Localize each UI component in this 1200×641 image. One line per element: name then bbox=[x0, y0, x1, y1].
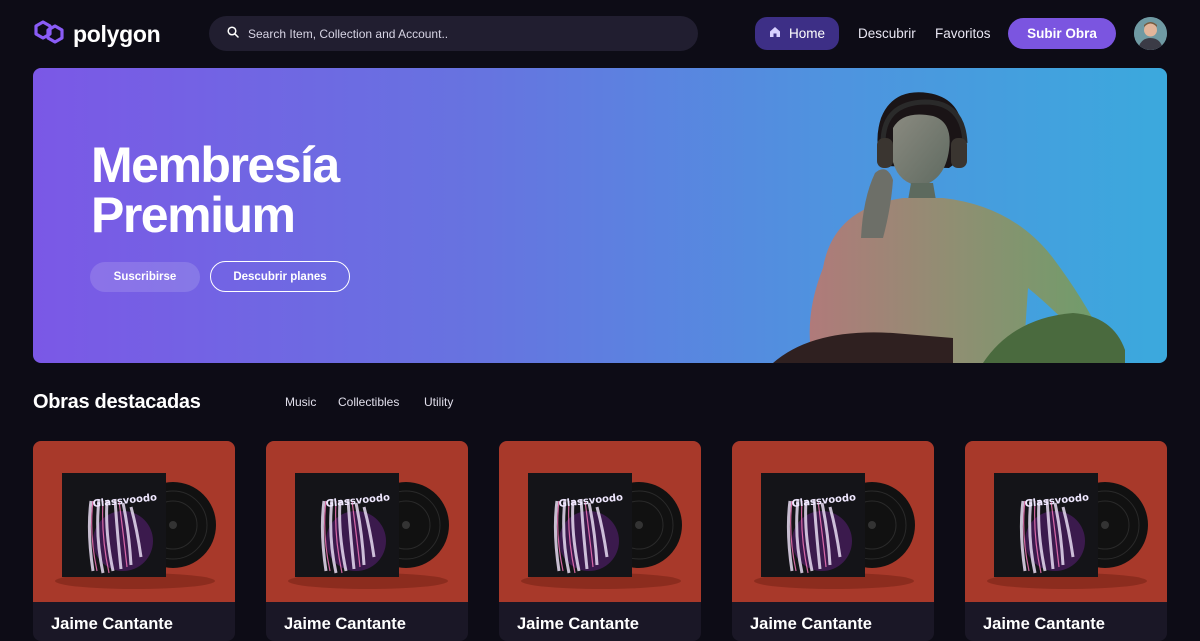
hero-person-with-headphones-image bbox=[753, 88, 1133, 363]
brand-logo[interactable]: polygon bbox=[33, 18, 161, 51]
album-cover-image: Glassvoodo bbox=[965, 441, 1167, 602]
album-cover-image: Glassvoodo bbox=[33, 441, 235, 602]
filter-collectibles-tab[interactable]: Collectibles bbox=[338, 395, 399, 409]
album-cover-image: Glassvoodo bbox=[499, 441, 701, 602]
discover-plans-button[interactable]: Descubrir planes bbox=[210, 261, 350, 292]
search-icon bbox=[227, 25, 239, 43]
polygon-logo-icon bbox=[33, 18, 67, 51]
hero-title: Membresía Premium bbox=[91, 137, 340, 243]
nav-home-label: Home bbox=[788, 26, 825, 41]
card-artist-title: Jaime Cantante bbox=[51, 615, 173, 633]
artwork-card-4[interactable]: Glassvoodo Jaime Cantante bbox=[732, 441, 934, 641]
featured-works-title: Obras destacadas bbox=[33, 391, 201, 413]
artwork-card-3[interactable]: Glassvoodo Jaime Cantante bbox=[499, 441, 701, 641]
search-input[interactable] bbox=[248, 26, 668, 41]
filter-utility-tab[interactable]: Utility bbox=[424, 395, 453, 409]
subscribe-button[interactable]: Suscribirse bbox=[90, 262, 200, 292]
filter-music-tab[interactable]: Music bbox=[285, 395, 316, 409]
card-artist-title: Jaime Cantante bbox=[284, 615, 406, 633]
upload-work-button[interactable]: Subir Obra bbox=[1008, 18, 1116, 49]
home-icon bbox=[769, 26, 781, 41]
user-avatar[interactable] bbox=[1134, 17, 1167, 50]
hero-title-line1: Membresía bbox=[91, 137, 340, 193]
premium-membership-banner: Membresía Premium Suscribirse Descubrir … bbox=[33, 68, 1167, 363]
top-navigation-bar: polygon Home Descubrir Favoritos Subir O… bbox=[0, 0, 1200, 68]
card-artist-title: Jaime Cantante bbox=[750, 615, 872, 633]
album-cover-image: Glassvoodo bbox=[266, 441, 468, 602]
card-artist-title: Jaime Cantante bbox=[983, 615, 1105, 633]
nav-discover-link[interactable]: Descubrir bbox=[858, 26, 916, 41]
artwork-card-5[interactable]: Glassvoodo Jaime Cantante bbox=[965, 441, 1167, 641]
artwork-card-1[interactable]: Glassvoodo Jaime Cantante bbox=[33, 441, 235, 641]
brand-name: polygon bbox=[73, 21, 161, 47]
card-artist-title: Jaime Cantante bbox=[517, 615, 639, 633]
nav-favorites-link[interactable]: Favoritos bbox=[935, 26, 991, 41]
artwork-card-2[interactable]: Glassvoodo Jaime Cantante bbox=[266, 441, 468, 641]
nav-home-button[interactable]: Home bbox=[755, 17, 839, 50]
album-cover-image: Glassvoodo bbox=[732, 441, 934, 602]
hero-title-line2: Premium bbox=[91, 187, 296, 243]
search-bar[interactable] bbox=[209, 16, 698, 51]
